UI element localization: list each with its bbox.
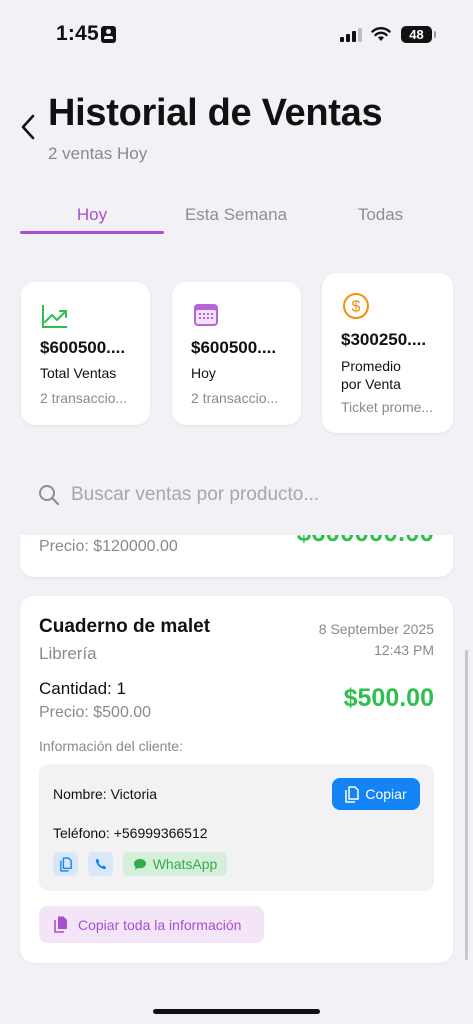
scrollbar[interactable] — [465, 650, 468, 960]
stat-value: $600500.... — [191, 338, 277, 357]
sale-date: 8 September 2025 — [318, 621, 434, 637]
copy-phone-button[interactable] — [53, 852, 78, 876]
stat-value: $300250.... — [341, 330, 427, 349]
tab-todas[interactable]: Todas — [308, 196, 453, 234]
sale-unit-price: Precio: $500.00 — [39, 704, 152, 721]
dollar-circle-icon: $ — [343, 293, 369, 319]
sale-quantity: Cantidad: 1 — [39, 679, 126, 698]
call-button[interactable] — [88, 852, 113, 876]
home-indicator[interactable] — [153, 1009, 320, 1014]
page-title: Historial de Ventas — [48, 92, 383, 134]
sale-unit-price: Precio: $120000.00 — [39, 538, 178, 555]
page-subtitle: 2 ventas Hoy — [48, 144, 148, 163]
whatsapp-button[interactable]: WhatsApp — [123, 852, 227, 876]
client-name: Nombre: Victoria — [53, 786, 158, 802]
sale-card[interactable]: Cuaderno de malet Librería 8 September 2… — [20, 596, 453, 963]
back-button[interactable] — [14, 110, 42, 144]
stat-card-total-ventas: $600500.... Total Ventas 2 transaccio... — [21, 282, 150, 425]
calendar-icon — [194, 304, 218, 326]
stat-sub: 2 transaccio... — [191, 390, 279, 406]
status-bar: 1:45 48 — [0, 0, 473, 60]
document-copy-icon — [54, 916, 67, 933]
client-info-box: Nombre: Victoria Teléfono: +56999366512 … — [39, 764, 434, 891]
phone-icon — [95, 858, 106, 870]
sale-card[interactable]: Precio: $120000.00 $600000.00 — [20, 535, 453, 577]
stat-label: Total Ventas — [40, 365, 117, 381]
copy-button-label: Copiar — [365, 786, 407, 802]
copy-icon — [345, 785, 360, 803]
contact-card-icon — [101, 26, 116, 43]
active-tab-indicator — [20, 231, 164, 234]
copy-button[interactable]: Copiar — [332, 778, 420, 810]
status-time: 1:45 — [56, 22, 99, 45]
stat-card-hoy: $600500.... Hoy 2 transaccio... — [172, 282, 301, 425]
stat-value: $600500.... — [40, 338, 126, 357]
chat-bubble-icon — [133, 858, 146, 870]
product-name: Cuaderno de malet — [39, 616, 211, 637]
copy-all-info-label: Copiar toda la información — [78, 916, 242, 933]
client-phone: Teléfono: +56999366512 — [53, 825, 208, 841]
battery-icon: 48 — [401, 26, 436, 43]
copy-all-info-button[interactable]: Copiar toda la información — [39, 906, 264, 943]
trending-up-icon — [42, 305, 67, 328]
tab-esta-semana[interactable]: Esta Semana — [164, 196, 308, 234]
tab-hoy[interactable]: Hoy — [20, 196, 164, 234]
stat-sub: 2 transaccio... — [40, 390, 128, 406]
whatsapp-label: WhatsApp — [152, 856, 218, 872]
copy-icon — [59, 856, 72, 872]
search-placeholder: Buscar ventas por producto... — [71, 484, 320, 505]
search-icon — [39, 485, 60, 506]
chevron-left-icon — [21, 114, 35, 140]
cellular-signal-icon — [340, 28, 362, 42]
stat-sub: Ticket prome... — [341, 399, 434, 415]
stat-label: Promedio por Venta — [341, 358, 401, 392]
tab-bar: Hoy Esta Semana Todas — [20, 196, 453, 236]
client-info-heading: Información del cliente: — [39, 738, 183, 754]
sale-time: 12:43 PM — [374, 642, 434, 658]
sale-total: $600000.00 — [297, 535, 434, 548]
sale-total: $500.00 — [343, 684, 434, 712]
svg-text:$: $ — [352, 299, 361, 316]
stat-card-promedio: $ $300250.... Promedio por Venta Ticket … — [322, 273, 453, 433]
product-category: Librería — [39, 644, 97, 663]
stat-label: Hoy — [191, 365, 216, 381]
search-input[interactable]: Buscar ventas por producto... — [20, 472, 453, 518]
wifi-icon — [371, 27, 391, 41]
